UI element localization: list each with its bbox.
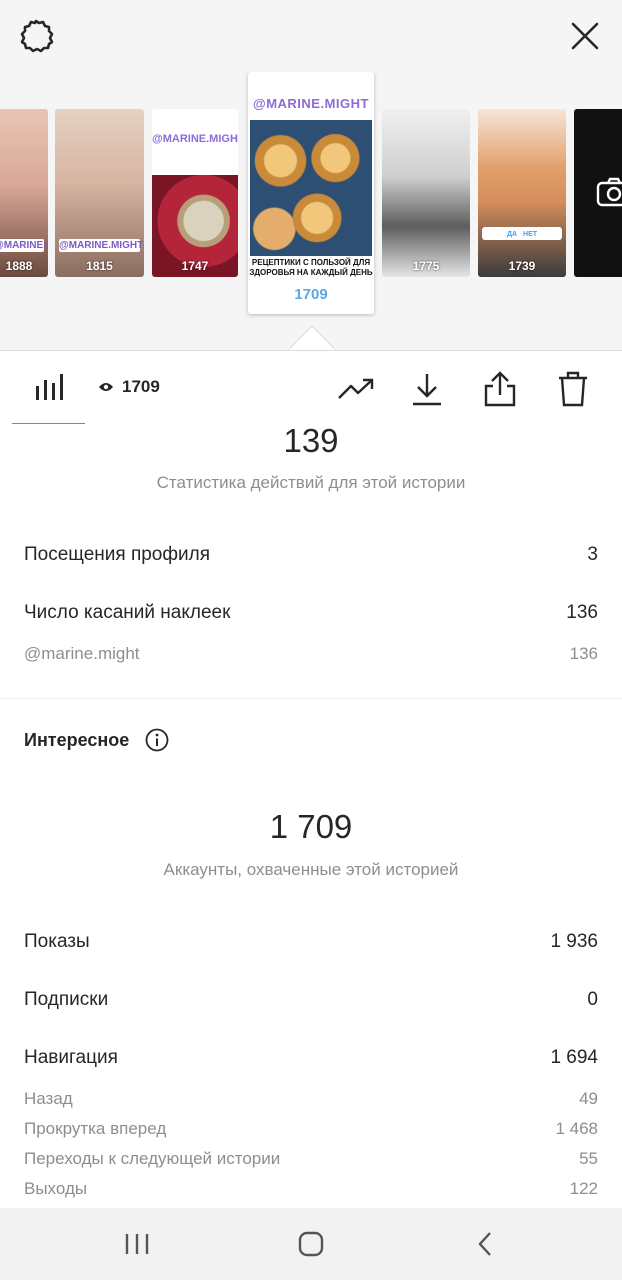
story-thumbnail[interactable]: @MARINE.MIGHT 1888	[0, 109, 48, 277]
metric-value: 3	[587, 544, 598, 565]
navigation-detail-row: Прокрутка вперед 1 468	[24, 1119, 598, 1139]
poll-option-yes: ДА	[506, 231, 518, 238]
metric-label: Число касаний наклеек	[24, 602, 231, 623]
metric-label: Выходы	[24, 1179, 88, 1198]
trending-up-icon	[338, 378, 374, 399]
navigation-detail-row: Выходы 122	[24, 1179, 598, 1199]
story-thumbnail-selected[interactable]: @MARINE.MIGHT РЕЦЕПТИКИ С ПОЛЬЗОЙ ДЛЯ ЗД…	[248, 72, 374, 314]
gear-icon	[20, 19, 54, 53]
interactions-total: 139	[283, 424, 339, 459]
story-preview-area: @MARINE.MIGHT 1888 @MARINE.MIGHT 1815 @M…	[0, 0, 622, 350]
share-button[interactable]	[478, 367, 522, 411]
thumbnail-views: 1739	[508, 259, 536, 273]
delete-button[interactable]	[551, 367, 595, 411]
thumbnail-caption: РЕЦЕПТИКИ С ПОЛЬЗОЙ ДЛЯ ЗДОРОВЬЯ НА КАЖД…	[249, 258, 373, 277]
story-thumbnail[interactable]: ДА НЕТ 1739	[478, 109, 566, 277]
metric-row-navigation: Навигация 1 694	[24, 1047, 598, 1069]
story-thumbnail[interactable]: @MARINE.MIGHT 1747	[152, 109, 238, 277]
thumbnail-tag: @MARINE.MIGHT	[0, 239, 48, 252]
download-button[interactable]	[405, 367, 449, 411]
metric-value: 0	[587, 989, 598, 1010]
reach-total: 1 709	[269, 808, 353, 845]
insights-content[interactable]: 139 Статистика действий для этой истории…	[0, 424, 622, 1208]
back-button[interactable]	[465, 1224, 505, 1264]
thumbnail-title: @MARINE.MIGHT	[152, 133, 238, 145]
interactions-subtitle: Статистика действий для этой истории	[156, 473, 466, 492]
add-story-thumbnail[interactable]	[574, 109, 622, 277]
metric-row-mention-sticker: @marine.might 136	[24, 644, 598, 664]
metric-row-profile-visits: Посещения профиля 3	[24, 544, 598, 566]
metric-label: Переходы к следующей истории	[24, 1149, 281, 1168]
share-icon	[484, 371, 516, 407]
section-title-label: Интересное	[24, 729, 130, 750]
reach-subtitle: Аккаунты, охваченные этой историей	[163, 860, 459, 879]
metric-value: 122	[569, 1179, 598, 1198]
insights-toolbar: 1709	[0, 350, 622, 425]
poll-option-no: НЕТ	[523, 231, 538, 238]
metric-label: Навигация	[24, 1047, 118, 1068]
story-thumbnail-strip[interactable]: @MARINE.MIGHT 1888 @MARINE.MIGHT 1815 @M…	[0, 72, 622, 322]
story-thumbnail[interactable]: 1775	[382, 109, 470, 277]
metric-value: 1 936	[550, 931, 598, 952]
metric-value: 55	[579, 1149, 598, 1168]
metric-value: 136	[566, 602, 598, 623]
metric-label: Посещения профиля	[24, 544, 210, 565]
section-divider	[0, 698, 622, 699]
thumbnail-image	[250, 120, 372, 256]
promote-button[interactable]	[334, 367, 378, 411]
recent-apps-button[interactable]	[117, 1224, 157, 1264]
thumbnail-views: 1747	[181, 259, 209, 273]
metric-label: Показы	[24, 931, 90, 952]
info-icon[interactable]	[145, 728, 169, 752]
download-icon	[413, 374, 441, 406]
thumbnail-views: 1709	[294, 286, 328, 303]
close-button[interactable]	[563, 14, 607, 58]
eye-icon	[99, 383, 113, 391]
metric-row-follows: Подписки 0	[24, 989, 598, 1011]
metric-row-sticker-taps: Число касаний наклеек 136	[24, 602, 598, 624]
tab-insights[interactable]	[12, 351, 85, 425]
home-icon	[298, 1231, 324, 1257]
view-count-label: 1709	[122, 377, 160, 396]
close-icon	[571, 22, 599, 50]
trash-icon	[559, 371, 587, 407]
recent-apps-icon	[125, 1234, 149, 1254]
metric-label: Назад	[24, 1089, 73, 1108]
metric-value: 1 694	[550, 1047, 598, 1068]
thumbnail-tag: @MARINE.MIGHT	[59, 239, 144, 252]
viewers-count[interactable]: 1709	[98, 377, 160, 397]
thumbnail-views: 1815	[86, 259, 113, 273]
back-icon	[478, 1232, 491, 1256]
settings-button[interactable]	[14, 14, 58, 58]
metric-value: 1 468	[555, 1119, 598, 1138]
navigation-detail-row: Назад 49	[24, 1089, 598, 1109]
metric-label: Прокрутка вперед	[24, 1119, 167, 1138]
system-navigation-bar	[0, 1208, 622, 1280]
metric-label: @marine.might	[24, 644, 140, 663]
camera-icon	[596, 177, 622, 207]
home-button[interactable]	[291, 1224, 331, 1264]
metric-value: 49	[579, 1089, 598, 1108]
navigation-detail-row: Переходы к следующей истории 55	[24, 1149, 598, 1169]
thumbnail-views: 1775	[412, 259, 440, 273]
poll-sticker: ДА НЕТ	[482, 227, 562, 240]
bar-chart-icon	[35, 374, 63, 400]
metric-value: 136	[569, 644, 598, 663]
story-thumbnail[interactable]: @MARINE.MIGHT 1815	[55, 109, 144, 277]
discovery-section-title: Интересное	[24, 728, 169, 752]
metric-row-impressions: Показы 1 936	[24, 931, 598, 953]
thumbnail-title: @MARINE.MIGHT	[253, 96, 369, 111]
metric-label: Подписки	[24, 989, 109, 1010]
thumbnail-views: 1888	[5, 259, 33, 273]
